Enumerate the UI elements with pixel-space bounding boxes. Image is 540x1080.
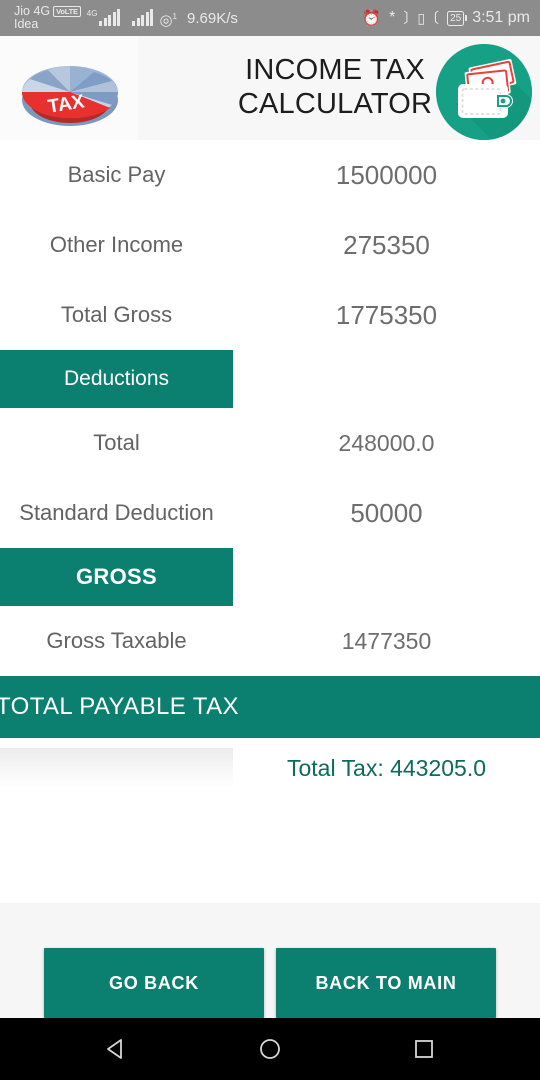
total-tax-row: Total Tax: 443205.0 [0,738,540,798]
row-label: Basic Pay [67,162,166,187]
volte-badge: VoLTE [53,5,81,17]
recents-square-icon[interactable] [407,1032,441,1066]
table-row: Basic Pay 1500000 [0,140,540,210]
table-row: Gross Taxable 1477350 [0,606,540,676]
vibrate-icon: 〕▯〔 [403,10,440,26]
banner-label: TOTAL PAYABLE TAX [0,693,239,720]
alarm-icon: ⏰ [362,10,382,27]
back-triangle-icon[interactable] [99,1032,133,1066]
android-navigation-bar [0,1018,540,1080]
row-label: Standard Deduction [19,500,214,525]
section-header-total-payable-tax: TOTAL PAYABLE TAX [0,676,540,738]
section-header-gross: GROSS [0,548,233,606]
signal-strength-sim1: 4G [86,9,121,26]
wallet-money-icon [436,44,532,140]
signal-bars-sim2-icon [132,9,154,26]
network-type-label: 4G [86,9,98,18]
row-value: 1477350 [341,627,432,654]
carrier-info: Jio 4G VoLTE Idea [14,4,81,31]
bluetooth-icon: * [389,9,396,26]
title-line-1: INCOME TAX [245,54,425,87]
row-value: 248000.0 [338,429,435,456]
tax-pie-chart-logo: TAX [0,36,138,140]
hotspot-icon: ◎1 [159,11,177,29]
carrier-secondary-label: Idea [14,17,39,31]
status-bar-right: ⏰ * 〕▯〔 25 3:51 pm [362,8,530,28]
signal-bars-icon [99,9,121,26]
go-back-button[interactable]: GO BACK [44,948,264,1018]
section-header-deductions: Deductions [0,350,233,408]
tax-summary-content: Basic Pay 1500000 Other Income 275350 To… [0,140,540,903]
row-label: Other Income [49,232,184,257]
status-bar-left: Jio 4G VoLTE Idea 4G ◎1 9.69K/s [14,4,362,31]
total-tax-value: Total Tax: 443205.0 [286,754,487,781]
home-circle-icon[interactable] [253,1032,287,1066]
title-line-2: CALCULATOR [237,88,433,120]
content-spacer [0,798,540,903]
row-value: 1500000 [335,159,438,190]
network-speed-label: 9.69K/s [187,9,238,27]
section-header-label: GROSS [76,564,157,589]
table-row: Other Income 275350 [0,210,540,280]
status-bar: Jio 4G VoLTE Idea 4G ◎1 9.69K/s ⏰ * 〕▯〔 … [0,0,540,36]
app-header: TAX INCOME TAX CALCULATOR [0,36,540,140]
table-row: Standard Deduction 50000 [0,478,540,548]
row-value: 275350 [343,229,430,260]
table-row: Total 248000.0 [0,408,540,478]
row-label: Total [93,430,140,455]
section-header-label: Deductions [63,367,170,390]
row-label: Total Gross [60,302,173,327]
pie-chart-icon: TAX [21,66,119,126]
battery-indicator: 25 [447,10,467,26]
table-row: Total Gross 1775350 [0,280,540,350]
row-value: 50000 [350,497,423,528]
back-to-main-button[interactable]: BACK TO MAIN [276,948,496,1018]
row-label: Gross Taxable [46,628,187,653]
clock-label: 3:51 pm [472,9,530,26]
row-value: 1775350 [335,299,438,330]
total-tax-left-block [0,748,233,788]
